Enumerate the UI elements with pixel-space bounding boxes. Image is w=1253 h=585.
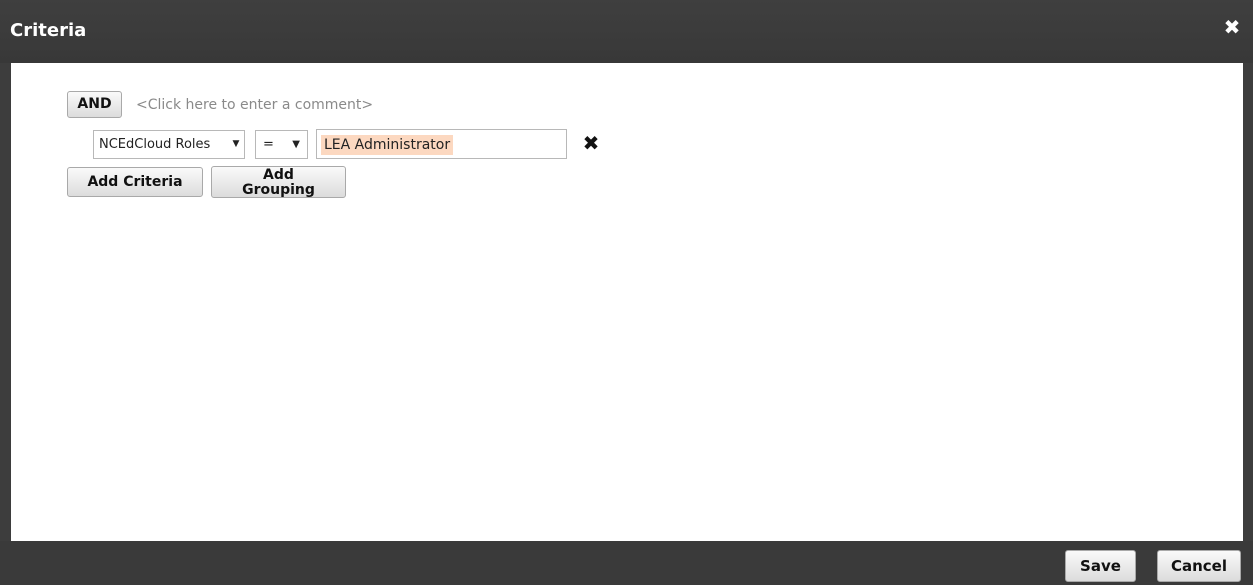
close-icon[interactable]: ✖ [1223, 17, 1241, 37]
add-grouping-label-line1: Add [263, 167, 294, 183]
criteria-editor: AND <Click here to enter a comment> NCEd… [11, 63, 1243, 541]
operator-select-value: = [263, 137, 274, 152]
group-operator-button[interactable]: AND [67, 91, 122, 118]
dialog-titlebar: Criteria ✖ [0, 0, 1253, 63]
add-grouping-button[interactable]: Add Grouping [211, 166, 346, 198]
comment-field[interactable]: <Click here to enter a comment> [136, 96, 373, 114]
value-input-text: LEA Administrator [321, 135, 454, 155]
chevron-down-icon: ▼ [292, 139, 300, 150]
operator-select[interactable]: = ▼ [255, 130, 308, 159]
add-criteria-button[interactable]: Add Criteria [67, 167, 203, 197]
save-button[interactable]: Save [1065, 550, 1136, 582]
dialog-footer: Save Cancel [0, 541, 1253, 585]
criteria-dialog: Criteria ✖ AND <Click here to enter a co… [0, 0, 1253, 585]
field-select[interactable]: NCEdCloud Roles ▼ [93, 130, 245, 159]
remove-icon[interactable]: ✖ [582, 132, 600, 154]
value-input[interactable]: LEA Administrator [316, 129, 567, 159]
chevron-down-icon: ▼ [231, 131, 241, 158]
cancel-button[interactable]: Cancel [1157, 550, 1241, 582]
dialog-title: Criteria [10, 20, 87, 41]
add-grouping-label-line2: Grouping [242, 182, 315, 198]
field-select-value: NCEdCloud Roles [99, 137, 211, 152]
